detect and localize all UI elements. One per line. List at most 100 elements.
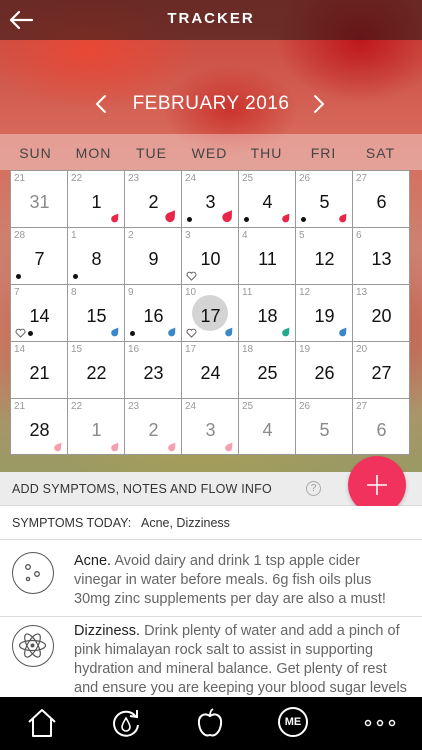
calendar-day-cell[interactable]: 12 19 — [296, 285, 353, 342]
calendar-day-cell[interactable]: 29 — [125, 228, 182, 285]
cycle-day-number: 24 — [185, 401, 197, 412]
cycle-day-number: 26 — [299, 173, 311, 184]
calendar-day-cell[interactable]: 24 3 — [182, 171, 239, 228]
cycle-day-number: 17 — [185, 344, 197, 355]
date-number: 2 — [148, 420, 159, 440]
cycle-day-number: 11 — [242, 287, 253, 298]
note-dot — [73, 274, 78, 279]
date-number: 8 — [91, 249, 102, 269]
weekday-label: WED — [191, 145, 228, 161]
symptom-name: Acne. — [74, 553, 112, 569]
symptom-card-dizziness[interactable]: Dizziness. Drink plenty of water and add… — [0, 617, 422, 697]
atom-icon — [12, 625, 54, 667]
symptom-card-acne[interactable]: Acne. Avoid dairy and drink 1 tsp apple … — [0, 540, 422, 616]
calendar-day-cell[interactable]: 11 18 — [239, 285, 296, 342]
cycle-day-number: 22 — [71, 401, 83, 412]
cycle-day-number: 27 — [356, 401, 368, 412]
drop-icon — [225, 327, 233, 337]
date-number: 23 — [143, 363, 164, 383]
calendar-day-cell[interactable]: 10 17 — [182, 285, 239, 342]
calendar-day-cell[interactable]: 3 10 — [182, 228, 239, 285]
drop-icon — [165, 210, 176, 223]
heart-icon — [186, 328, 197, 338]
date-number: 6 — [376, 420, 387, 440]
note-dot — [301, 217, 306, 222]
cycle-day-number: 23 — [128, 401, 140, 412]
calendar-day-cell[interactable]: 20 27 — [353, 342, 411, 399]
cycle-day-number: 26 — [299, 401, 311, 412]
calendar-day-cell[interactable]: 19 26 — [296, 342, 353, 399]
weekday-label: THU — [250, 145, 283, 161]
calendar-day-cell[interactable]: 24 3 — [182, 399, 239, 456]
calendar-day-cell[interactable]: 23 2 — [125, 399, 182, 456]
next-month-button[interactable] — [312, 94, 326, 114]
calendar-day-cell[interactable]: 22 1 — [68, 171, 125, 228]
plus-icon — [367, 475, 387, 495]
calendar-day-cell[interactable]: 18 — [68, 228, 125, 285]
calendar-day-cell[interactable]: 26 5 — [296, 171, 353, 228]
month-navigator: FEBRUARY 2016 — [0, 90, 422, 120]
nav-cycle[interactable] — [84, 697, 168, 750]
drop-icon — [168, 327, 176, 337]
drop-icon — [111, 213, 119, 223]
calendar-day-cell[interactable]: 25 4 — [239, 399, 296, 456]
date-number: 26 — [314, 363, 335, 383]
calendar-day-cell[interactable]: 28 7 — [11, 228, 68, 285]
date-number: 22 — [86, 363, 107, 383]
calendar-day-cell[interactable]: 23 2 — [125, 171, 182, 228]
heart-icon — [15, 328, 26, 338]
cycle-day-number: 21 — [14, 401, 26, 412]
calendar-day-cell[interactable]: 14 21 — [11, 342, 68, 399]
calendar-day-cell[interactable]: 15 22 — [68, 342, 125, 399]
weekday-label: SUN — [19, 145, 52, 161]
calendar-day-cell[interactable]: 16 23 — [125, 342, 182, 399]
symptoms-today-label: SYMPTOMS TODAY: — [12, 516, 132, 530]
date-number: 3 — [205, 420, 216, 440]
nav-me[interactable]: ME — [252, 697, 336, 750]
calendar-day-cell[interactable]: 21 31 — [11, 171, 68, 228]
more-icon — [364, 719, 396, 727]
calendar-day-cell[interactable]: 21 28 — [11, 399, 68, 456]
cycle-day-number: 6 — [356, 230, 362, 241]
calendar-day-cell[interactable]: 13 20 — [353, 285, 411, 342]
cycle-day-number: 9 — [128, 287, 134, 298]
cycle-day-number: 25 — [242, 401, 254, 412]
cycle-day-number: 25 — [242, 173, 254, 184]
date-number: 19 — [314, 306, 335, 326]
drop-icon — [111, 442, 119, 452]
heart-icon — [186, 271, 197, 281]
drop-icon — [339, 213, 347, 223]
cycle-day-number: 23 — [128, 173, 140, 184]
calendar-day-cell[interactable]: 7 14 — [11, 285, 68, 342]
symptom-name: Dizziness. — [74, 623, 141, 639]
cycle-day-number: 7 — [14, 287, 20, 298]
calendar-day-cell[interactable]: 9 16 — [125, 285, 182, 342]
date-number: 18 — [257, 306, 278, 326]
nav-home[interactable] — [0, 697, 84, 750]
calendar-day-cell[interactable]: 4 11 — [239, 228, 296, 285]
note-dot — [28, 331, 33, 336]
calendar-day-cell[interactable]: 26 5 — [296, 399, 353, 456]
symptoms-today-list: Acne, Dizziness — [141, 516, 230, 530]
calendar-day-cell[interactable]: 6 13 — [353, 228, 411, 285]
date-number: 6 — [376, 192, 387, 212]
calendar-day-cell[interactable]: 25 4 — [239, 171, 296, 228]
cycle-day-number: 5 — [299, 230, 305, 241]
weekday-label: MON — [75, 145, 112, 161]
cycle-day-number: 10 — [185, 287, 197, 298]
symptom-text: Dizziness. Drink plenty of water and add… — [74, 622, 408, 697]
nav-more[interactable] — [336, 697, 420, 750]
calendar-day-cell[interactable]: 5 12 — [296, 228, 353, 285]
cycle-day-number: 13 — [356, 287, 368, 298]
nav-nutrition[interactable] — [168, 697, 252, 750]
date-number: 24 — [200, 363, 221, 383]
calendar-day-cell[interactable]: 18 25 — [239, 342, 296, 399]
calendar-day-cell[interactable]: 22 1 — [68, 399, 125, 456]
calendar-day-cell[interactable]: 17 24 — [182, 342, 239, 399]
calendar-day-cell[interactable]: 27 6 — [353, 399, 411, 456]
date-number: 5 — [319, 192, 330, 212]
help-icon[interactable]: ? — [306, 481, 321, 496]
calendar-day-cell[interactable]: 8 15 — [68, 285, 125, 342]
calendar-day-cell[interactable]: 27 6 — [353, 171, 411, 228]
cycle-day-number: 12 — [299, 287, 311, 298]
